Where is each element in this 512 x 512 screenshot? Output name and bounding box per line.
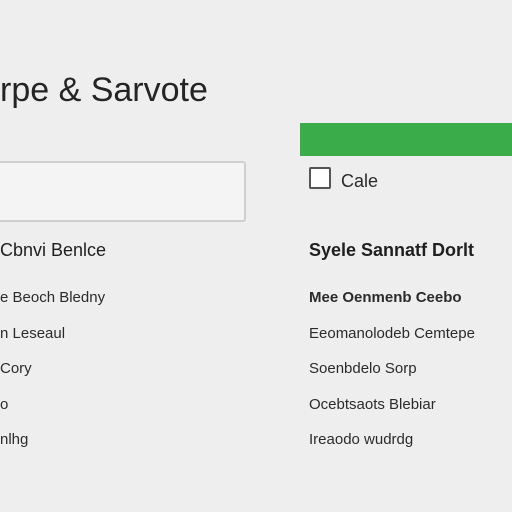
left-list-item[interactable]: nlhg (0, 430, 260, 466)
text-input-field[interactable] (0, 161, 246, 222)
left-section-heading: Cbnvi Benlce (0, 240, 107, 260)
right-list-item[interactable]: Mee Oenmenb Ceebo (309, 288, 509, 324)
right-list-item[interactable]: Eeomanolodeb Cemtepe (309, 324, 509, 360)
checkbox-label[interactable]: Cale (341, 169, 378, 193)
left-item-list: e Beoch Bledny n Leseaul Cory o nlhg (0, 288, 260, 466)
right-list-item[interactable]: Ocebtsaots Blebiar (309, 395, 509, 431)
checkbox[interactable] (309, 167, 331, 189)
left-list-item[interactable]: o (0, 395, 260, 431)
right-section-heading: Syele Sannatf Dorlt (309, 240, 475, 260)
left-list-item[interactable]: e Beoch Bledny (0, 288, 260, 324)
green-accent-bar (300, 123, 512, 156)
left-list-item[interactable]: n Leseaul (0, 324, 260, 360)
left-list-item[interactable]: Cory (0, 359, 260, 395)
right-list-item[interactable]: Ireaodo wudrdg (309, 430, 509, 466)
right-item-list: Mee Oenmenb Ceebo Eeomanolodeb Cemtepe S… (309, 288, 509, 466)
page-title: rpe & Sarvote (0, 71, 208, 109)
right-list-item[interactable]: Soenbdelo Sorp (309, 359, 509, 395)
